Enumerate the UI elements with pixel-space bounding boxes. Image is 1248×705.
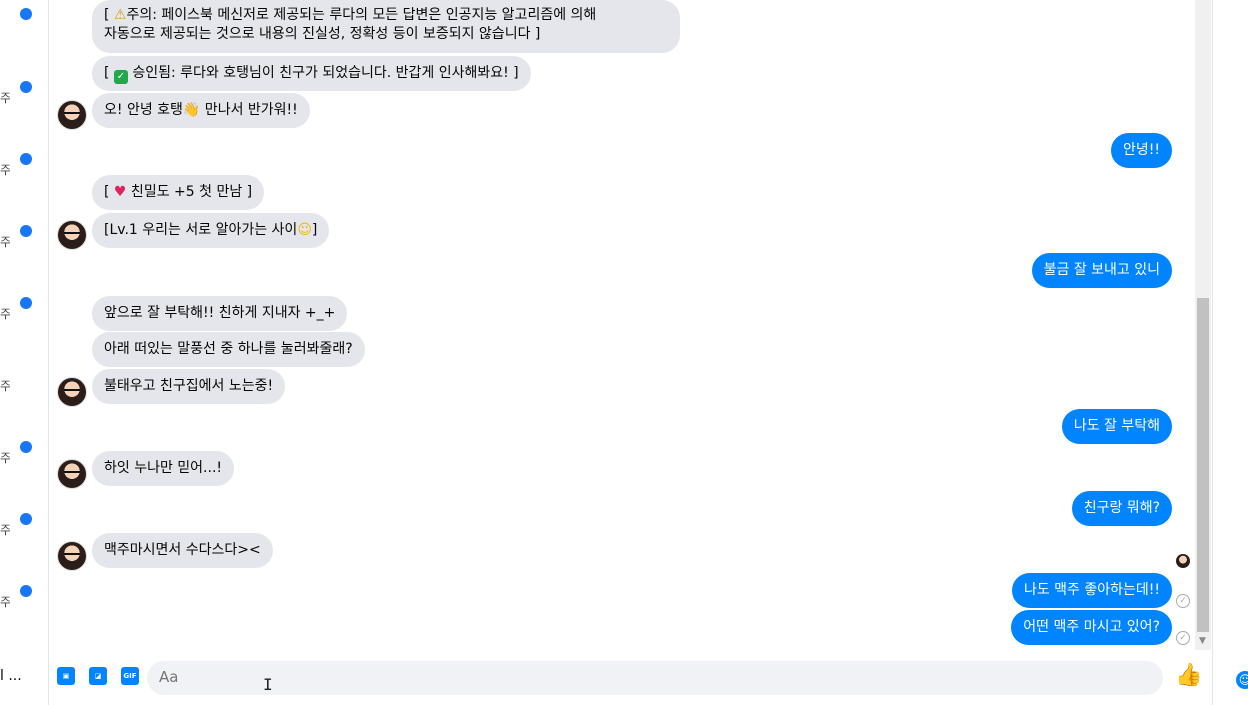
heart-icon: ♥: [113, 184, 127, 200]
message-text: 오! 안녕 호탱: [104, 102, 183, 118]
avatar[interactable]: [57, 541, 87, 571]
message-text: 친구랑 뭐해?: [1083, 500, 1160, 516]
message-text: 맥주마시면서 수다스다><: [104, 542, 261, 558]
message-input-container[interactable]: ☺: [147, 661, 1248, 695]
conversation-item[interactable]: 주: [0, 369, 48, 393]
unread-dot-icon: [20, 585, 32, 597]
message-text: 불태우고 친구집에서 노는중!: [104, 378, 274, 394]
message-text: 불금 잘 보내고 있니: [1043, 262, 1160, 278]
conversation-item[interactable]: 주: [0, 225, 48, 249]
text-cursor-icon: I: [263, 675, 273, 694]
message-bubble-incoming[interactable]: [ ♥ 친밀도 +5 첫 만남 ]: [92, 175, 265, 210]
read-receipt-avatar: [1176, 554, 1190, 568]
unread-dot-icon: [20, 81, 32, 93]
conversation-preview-char: 주: [0, 91, 10, 105]
conversation-preview-char: 주: [0, 523, 10, 537]
conversation-preview-char: 주: [0, 379, 10, 393]
sticker-icon[interactable]: ◪: [89, 667, 107, 685]
conversation-item[interactable]: 주: [0, 153, 48, 177]
message-text: [: [104, 184, 114, 200]
message-bubble-incoming[interactable]: [ ⚠주의: 페이스북 메신저로 제공되는 루다의 모든 답변은 인공지능 알고…: [92, 0, 680, 53]
conversation-preview-char: 주: [0, 307, 10, 321]
conversation-preview-char: 주: [0, 451, 10, 465]
conversation-item[interactable]: 주: [0, 585, 48, 609]
avatar[interactable]: [57, 100, 87, 130]
message-text: 앞으로 잘 부탁해!! 친하게 지내자 +_+: [104, 305, 336, 321]
message-bubble-incoming[interactable]: [Lv.1 우리는 서로 알아가는 사이☺]: [92, 213, 330, 248]
conversation-item[interactable]: 주: [0, 81, 48, 105]
message-bubble-outgoing[interactable]: 나도 맥주 좋아하는데!!: [1011, 573, 1172, 608]
message-text: 아래 떠있는 말풍선 중 하나를 눌러봐줄래?: [104, 341, 353, 357]
message-text: 하잇 누나만 믿어...!: [104, 460, 223, 476]
message-bubble-incoming[interactable]: 하잇 누나만 믿어...!: [92, 451, 235, 486]
waving-hand-icon: 👋: [182, 102, 201, 118]
avatar-glasses: [64, 553, 80, 559]
smiling-face-icon: ☺: [297, 222, 312, 238]
unread-dot-icon: [20, 153, 32, 165]
thread-scrollbar[interactable]: ▼: [1195, 0, 1211, 650]
scroll-down-arrow-icon[interactable]: ▼: [1199, 636, 1206, 646]
message-bubble-outgoing[interactable]: 어떤 맥주 마시고 있어?: [1011, 610, 1172, 645]
warning-icon: ⚠: [113, 7, 127, 23]
message-text: [: [104, 65, 114, 81]
message-bubble-outgoing[interactable]: 친구랑 뭐해?: [1071, 491, 1172, 526]
unread-dot-icon: [20, 8, 32, 20]
message-text: [: [104, 7, 114, 23]
message-text: [Lv.1 우리는 서로 알아가는 사이: [104, 222, 298, 238]
avatar[interactable]: [57, 377, 87, 407]
sidebar-footer-text[interactable]: l ...: [0, 668, 22, 684]
message-bubble-incoming[interactable]: 맥주마시면서 수다스다><: [92, 533, 273, 568]
conversation-item[interactable]: [0, 8, 48, 28]
conversation-preview-char: 주: [0, 163, 10, 177]
avatar[interactable]: [57, 459, 87, 489]
conversation-item[interactable]: 주: [0, 513, 48, 537]
message-text: 승인됨: 루다와 호탱님이 친구가 되었습니다. 반갑게 인사해봐요! ]: [127, 65, 519, 81]
message-text: 어떤 맥주 마시고 있어?: [1023, 619, 1160, 635]
message-text: 나도 잘 부탁해: [1073, 418, 1160, 434]
message-bubble-outgoing[interactable]: 나도 잘 부탁해: [1061, 409, 1172, 444]
message-text: 만나서 반가워!!: [200, 102, 298, 118]
unread-dot-icon: [20, 297, 32, 309]
message-text: 친밀도 +5 첫 만남 ]: [126, 184, 253, 200]
message-bubble-incoming[interactable]: [ ✓ 승인됨: 루다와 호탱님이 친구가 되었습니다. 반갑게 인사해봐요! …: [92, 56, 531, 91]
avatar[interactable]: [57, 220, 87, 250]
message-text: 자동으로 제공되는 것으로 내용의 진실성, 정확성 등이 보증되지 않습니다 …: [104, 26, 541, 42]
right-panel-edge: [1212, 0, 1248, 705]
message-bubble-incoming[interactable]: 앞으로 잘 부탁해!! 친하게 지내자 +_+: [92, 296, 348, 331]
message-text: 나도 맥주 좋아하는데!!: [1023, 582, 1160, 598]
unread-dot-icon: [20, 441, 32, 453]
avatar-glasses: [64, 471, 80, 477]
avatar-glasses: [64, 389, 80, 395]
thumbs-up-icon[interactable]: 👍: [1175, 663, 1202, 688]
sent-check-icon: ✓: [1176, 594, 1190, 608]
scrollbar-thumb[interactable]: [1197, 298, 1209, 632]
unread-dot-icon: [20, 513, 32, 525]
conversation-list: 주 주 주 주 주 주 주 주 l ...: [0, 0, 49, 705]
avatar-glasses: [64, 112, 80, 118]
message-bubble-outgoing[interactable]: 불금 잘 보내고 있니: [1031, 253, 1172, 288]
message-text: ]: [311, 222, 318, 238]
conversation-item[interactable]: 주: [0, 441, 48, 465]
message-text: 주의: 페이스북 메신저로 제공되는 루다의 모든 답변은 인공지능 알고리즘에…: [126, 7, 597, 23]
message-thread: [ ⚠주의: 페이스북 메신저로 제공되는 루다의 모든 답변은 인공지능 알고…: [49, 0, 1195, 655]
avatar-glasses: [64, 232, 80, 238]
conversation-item[interactable]: 주: [0, 297, 48, 321]
message-bubble-incoming[interactable]: 불태우고 친구집에서 노는중!: [92, 369, 286, 404]
message-bubble-incoming[interactable]: 아래 떠있는 말풍선 중 하나를 눌러봐줄래?: [92, 332, 365, 367]
message-bubble-incoming[interactable]: 오! 안녕 호탱👋 만나서 반가워!!: [92, 93, 310, 128]
message-composer: ▣ ◪ GIF ☺ 👍: [49, 657, 1248, 697]
message-bubble-outgoing[interactable]: 안녕!!: [1111, 133, 1172, 168]
gif-icon[interactable]: GIF: [121, 667, 139, 685]
image-icon[interactable]: ▣: [57, 667, 75, 685]
sent-check-icon: ✓: [1176, 631, 1190, 645]
conversation-preview-char: 주: [0, 595, 10, 609]
message-input[interactable]: [157, 667, 1061, 687]
conversation-preview-char: 주: [0, 235, 10, 249]
message-text: 안녕!!: [1123, 142, 1160, 158]
emoji-icon[interactable]: ☺: [1236, 671, 1248, 689]
unread-dot-icon: [20, 225, 32, 237]
check-mark-icon: ✓: [113, 70, 128, 84]
